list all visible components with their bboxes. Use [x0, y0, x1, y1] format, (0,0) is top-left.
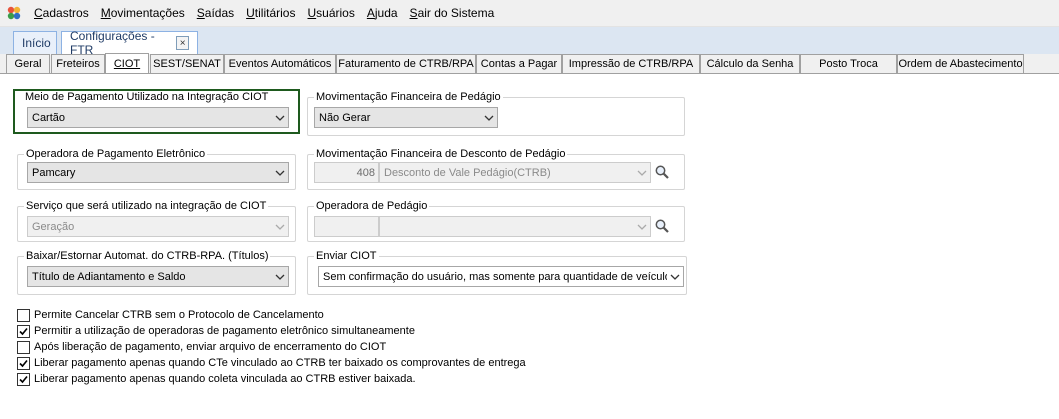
tab-freteiros-label: Freteiros [56, 58, 100, 70]
label-meio-pagamento: Meio de Pagamento Utilizado na Integraçã… [25, 91, 269, 103]
mov-pedagio-select[interactable]: Não Gerar [314, 107, 498, 128]
tab-geral-label: Geral [14, 58, 42, 70]
menu-cadastros[interactable]: Cadastros [28, 6, 95, 20]
tab-sest-senat[interactable]: SEST/SENAT [150, 54, 224, 73]
checkbox-liberar-cte-comprovantes[interactable]: Liberar pagamento apenas quando CTe vinc… [17, 355, 526, 371]
checkbox-liberar-cte-comprovantes-label: Liberar pagamento apenas quando CTe vinc… [34, 357, 526, 369]
checkbox-box[interactable] [17, 324, 30, 338]
checkmark-icon [19, 375, 28, 383]
enviar-ciot-value: Sem confirmação do usuário, mas somente … [323, 270, 667, 283]
menu-usuarios[interactable]: Usuários [301, 6, 360, 20]
meio-pagamento-value: Cartão [32, 111, 66, 124]
operadora-pedagio-select[interactable] [379, 216, 651, 237]
app-logo-icon [7, 6, 21, 20]
tab-geral[interactable]: Geral [6, 54, 50, 73]
tab-contas-a-pagar-label: Contas a Pagar [480, 58, 558, 70]
servico-value: Geração [32, 220, 75, 233]
chevron-down-icon [481, 108, 497, 127]
document-tab-bar: Início Configurações - FTR × [0, 27, 1059, 57]
menu-ajuda[interactable]: Ajuda [361, 6, 404, 20]
label-enviar-ciot: Enviar CIOT [316, 250, 377, 262]
operadora-pagamento-select[interactable]: Pamcary [27, 162, 289, 183]
menu-utilitarios[interactable]: Utilitários [240, 6, 301, 20]
close-icon[interactable]: × [176, 36, 189, 50]
tab-calculo-senha-label: Cálculo da Senha [706, 58, 794, 70]
enviar-ciot-select[interactable]: Sem confirmação do usuário, mas somente … [318, 266, 684, 287]
label-mov-desconto-pedagio: Movimentação Financeira de Desconto de P… [316, 148, 566, 160]
baixar-estornar-select[interactable]: Título de Adiantamento e Saldo [27, 266, 289, 287]
checkbox-box[interactable] [17, 308, 30, 322]
chevron-down-icon [667, 267, 683, 286]
chevron-down-icon [272, 217, 288, 236]
tab-impressao[interactable]: Impressão de CTRB/RPA [562, 54, 700, 73]
operadora-pedagio-code-field[interactable] [314, 216, 379, 237]
mov-desconto-code-field[interactable]: 408 [314, 162, 379, 183]
checkbox-liberar-coleta-baixada-label: Liberar pagamento apenas quando coleta v… [34, 373, 416, 385]
tab-faturamento[interactable]: Faturamento de CTRB/RPA [336, 54, 476, 73]
label-servico: Serviço que será utilizado na integração… [26, 200, 267, 212]
tab-ciot[interactable]: CIOT [105, 53, 149, 73]
label-mov-pedagio: Movimentação Financeira de Pedágio [316, 91, 501, 103]
label-operadora-pedagio: Operadora de Pedágio [316, 200, 428, 212]
tab-ordem-abastecimento[interactable]: Ordem de Abastecimento [897, 54, 1024, 73]
label-operadora-pagamento: Operadora de Pagamento Eletrônico [26, 148, 206, 160]
chevron-down-icon [272, 108, 288, 127]
checkbox-operadoras-simultaneas[interactable]: Permitir a utilização de operadoras de p… [17, 323, 415, 339]
menu-sair[interactable]: Sair do Sistema [404, 6, 501, 20]
tab-eventos-automaticos-label: Eventos Automáticos [228, 58, 332, 70]
meio-pagamento-select[interactable]: Cartão [27, 107, 289, 128]
menu-movimentacoes[interactable]: Movimentações [95, 6, 191, 20]
label-baixar-estornar: Baixar/Estornar Automat. do CTRB-RPA. (T… [26, 250, 269, 262]
tab-posto-troca[interactable]: Posto Troca [800, 54, 897, 73]
menu-bar: Cadastros Movimentações Saídas Utilitári… [0, 0, 1059, 27]
tab-sest-senat-label: SEST/SENAT [153, 58, 221, 70]
checkbox-cancelar-ctrb[interactable]: Permite Cancelar CTRB sem o Protocolo de… [17, 307, 324, 323]
search-icon[interactable] [653, 163, 671, 181]
mov-desconto-value: Desconto de Vale Pedágio(CTRB) [384, 166, 551, 179]
tab-eventos-automaticos[interactable]: Eventos Automáticos [224, 54, 336, 73]
operadora-pagamento-value: Pamcary [32, 166, 76, 179]
chevron-down-icon [634, 163, 650, 182]
checkbox-box[interactable] [17, 340, 30, 354]
checkmark-icon [19, 359, 28, 367]
settings-tab-bar: Geral Freteiros CIOT SEST/SENAT Eventos … [0, 53, 1059, 74]
servico-select[interactable]: Geração [27, 216, 289, 237]
tab-posto-troca-label: Posto Troca [819, 58, 878, 70]
tab-faturamento-label: Faturamento de CTRB/RPA [338, 58, 474, 70]
mov-pedagio-value: Não Gerar [319, 111, 371, 124]
ciot-settings-panel: Meio de Pagamento Utilizado na Integraçã… [0, 74, 1059, 419]
menu-saidas[interactable]: Saídas [191, 6, 240, 20]
doc-tab-inicio-label: Início [22, 36, 51, 50]
tab-calculo-senha[interactable]: Cálculo da Senha [700, 54, 800, 73]
chevron-down-icon [272, 267, 288, 286]
mov-desconto-select[interactable]: Desconto de Vale Pedágio(CTRB) [379, 162, 651, 183]
checkbox-cancelar-ctrb-label: Permite Cancelar CTRB sem o Protocolo de… [34, 309, 324, 321]
checkbox-box[interactable] [17, 356, 30, 370]
doc-tab-configuracoes[interactable]: Configurações - FTR × [61, 29, 198, 57]
checkbox-liberar-coleta-baixada[interactable]: Liberar pagamento apenas quando coleta v… [17, 371, 416, 387]
tab-impressao-label: Impressão de CTRB/RPA [568, 58, 694, 70]
tab-contas-a-pagar[interactable]: Contas a Pagar [476, 54, 562, 73]
checkbox-arquivo-encerramento-label: Após liberação de pagamento, enviar arqu… [34, 341, 387, 353]
search-icon[interactable] [653, 217, 671, 235]
chevron-down-icon [272, 163, 288, 182]
checkbox-box[interactable] [17, 372, 30, 386]
doc-tab-inicio[interactable]: Início [13, 31, 57, 54]
checkmark-icon [19, 327, 28, 335]
checkbox-operadoras-simultaneas-label: Permitir a utilização de operadoras de p… [34, 325, 415, 337]
tab-ordem-abastecimento-label: Ordem de Abastecimento [898, 58, 1023, 70]
checkbox-arquivo-encerramento[interactable]: Após liberação de pagamento, enviar arqu… [17, 339, 386, 355]
baixar-estornar-value: Título de Adiantamento e Saldo [32, 270, 186, 283]
tab-ciot-label: CIOT [113, 57, 141, 70]
chevron-down-icon [634, 217, 650, 236]
tab-freteiros[interactable]: Freteiros [51, 54, 105, 73]
